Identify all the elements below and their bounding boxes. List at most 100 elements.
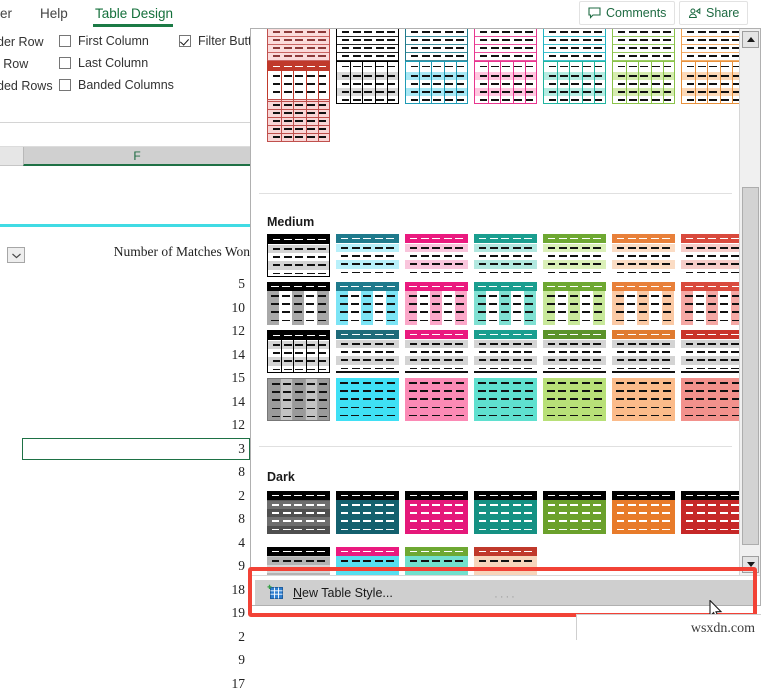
- style-thumb-light-b-2[interactable]: [405, 61, 468, 104]
- style-thumb-dark-0-2[interactable]: [405, 491, 468, 534]
- style-thumb-medium-0-0[interactable]: [267, 234, 330, 277]
- style-thumb-medium-1-0[interactable]: [267, 282, 330, 325]
- style-thumb-medium-0-5[interactable]: [612, 234, 675, 277]
- style-thumb-medium-3-1[interactable]: [336, 378, 399, 421]
- cell-value[interactable]: 10: [60, 300, 246, 316]
- thumb-dash: [306, 295, 315, 297]
- thumb-dash: [306, 344, 315, 346]
- style-thumb-medium-1-4[interactable]: [543, 282, 606, 325]
- checkbox-box-last-column[interactable]: [59, 57, 71, 69]
- thumb-dash: [432, 237, 441, 240]
- style-thumb-medium-2-3[interactable]: [474, 330, 537, 373]
- thumb-dash: [639, 390, 648, 392]
- cell-value[interactable]: 17: [60, 676, 246, 692]
- style-thumb-medium-3-2[interactable]: [405, 378, 468, 421]
- thumb-dash: [685, 333, 694, 336]
- style-thumb-medium-2-4[interactable]: [543, 330, 606, 373]
- cell-value[interactable]: 9: [60, 652, 245, 668]
- cell-value[interactable]: 12: [60, 417, 246, 433]
- style-thumb-dark-0-5[interactable]: [612, 491, 675, 534]
- style-thumb-light-b-6[interactable]: [681, 61, 740, 104]
- table-header-cell[interactable]: Number of Matches Won: [60, 244, 250, 260]
- comments-button[interactable]: Comments: [579, 1, 676, 25]
- share-button[interactable]: Share: [679, 1, 749, 25]
- style-thumb-dark-1-0[interactable]: [267, 547, 330, 575]
- gallery-scrollbar[interactable]: [739, 29, 760, 575]
- style-thumb-medium-2-1[interactable]: [336, 330, 399, 373]
- cell-value[interactable]: 18: [60, 582, 246, 598]
- style-thumb-medium-3-5[interactable]: [612, 378, 675, 421]
- thumb-dash: [318, 272, 326, 275]
- cell-value[interactable]: 4: [60, 535, 245, 551]
- thumb-dash: [455, 263, 463, 265]
- style-thumb-light-b-3[interactable]: [474, 61, 537, 104]
- style-thumb-medium-1-5[interactable]: [612, 282, 675, 325]
- style-thumb-dark-0-4[interactable]: [543, 491, 606, 534]
- cell-value[interactable]: 8: [60, 511, 245, 527]
- thumb-dash: [651, 31, 660, 33]
- style-thumb-light-b-4[interactable]: [543, 61, 606, 104]
- style-thumb-medium-2-2[interactable]: [405, 330, 468, 373]
- style-thumb-dark-1-2[interactable]: [405, 547, 468, 575]
- style-thumb-medium-2-5[interactable]: [612, 330, 675, 373]
- checkbox-box-filter-button[interactable]: [179, 35, 191, 47]
- option-banded-rows-label[interactable]: ded Rows: [0, 79, 53, 93]
- style-thumb-light-b-0[interactable]: [267, 61, 330, 104]
- style-thumb-medium-0-2[interactable]: [405, 234, 468, 277]
- style-thumb-medium-1-3[interactable]: [474, 282, 537, 325]
- cell-value[interactable]: 14: [60, 394, 246, 410]
- style-thumb-medium-2-0[interactable]: [267, 330, 330, 373]
- style-thumb-medium-0-6[interactable]: [681, 234, 740, 277]
- scroll-down-arrow-icon[interactable]: [742, 556, 759, 573]
- cell-value[interactable]: 2: [60, 629, 245, 645]
- style-thumb-medium-1-1[interactable]: [336, 282, 399, 325]
- filter-dropdown-button[interactable]: [7, 247, 25, 263]
- checkbox-box-first-column[interactable]: [59, 35, 71, 47]
- checkbox-last-column[interactable]: Last Column: [59, 56, 148, 70]
- style-thumb-medium-0-3[interactable]: [474, 234, 537, 277]
- cell-value[interactable]: 14: [60, 347, 246, 363]
- scroll-up-arrow-icon[interactable]: [742, 31, 759, 48]
- style-thumb-medium-2-6[interactable]: [681, 330, 740, 373]
- style-thumb-medium-0-1[interactable]: [336, 234, 399, 277]
- tab-help[interactable]: Help: [34, 3, 74, 25]
- tab-table-design[interactable]: Table Design: [89, 3, 179, 25]
- style-thumb-medium-3-0[interactable]: [267, 378, 330, 421]
- style-thumb-medium-3-3[interactable]: [474, 378, 537, 421]
- cell-value[interactable]: 19: [60, 605, 246, 621]
- style-thumb-medium-1-2[interactable]: [405, 282, 468, 325]
- style-thumb-dark-1-1[interactable]: [336, 547, 399, 575]
- style-thumb-dark-0-6[interactable]: [681, 491, 740, 534]
- cell-value[interactable]: 15: [60, 370, 246, 386]
- style-thumb-light-b-1[interactable]: [336, 61, 399, 104]
- resize-grip[interactable]: ····: [251, 591, 760, 603]
- cell-value[interactable]: 5: [60, 276, 245, 292]
- checkbox-banded-columns[interactable]: Banded Columns: [59, 78, 174, 92]
- style-thumb-dark-1-3[interactable]: [474, 547, 537, 575]
- cell-value[interactable]: 3: [60, 441, 245, 457]
- thumb-dash: [409, 560, 418, 562]
- cell-value[interactable]: 8: [60, 464, 245, 480]
- thumb-dash: [627, 398, 636, 400]
- thumb-dash: [639, 528, 648, 531]
- style-thumb-medium-3-6[interactable]: [681, 378, 740, 421]
- style-thumb-dark-0-0[interactable]: [267, 491, 330, 534]
- cell-value[interactable]: 12: [60, 323, 246, 339]
- cell-value[interactable]: 2: [60, 488, 245, 504]
- style-thumb-light-c-0[interactable]: [267, 99, 330, 142]
- checkbox-first-column[interactable]: First Column: [59, 34, 149, 48]
- scrollbar-thumb[interactable]: [742, 187, 759, 545]
- style-thumb-medium-1-6[interactable]: [681, 282, 740, 325]
- option-header-row-label[interactable]: der Row: [0, 35, 44, 49]
- style-thumb-dark-0-3[interactable]: [474, 491, 537, 534]
- cell-value[interactable]: 9: [60, 558, 245, 574]
- style-thumb-dark-0-1[interactable]: [336, 491, 399, 534]
- style-thumb-light-b-5[interactable]: [612, 61, 675, 104]
- option-total-row-label[interactable]: l Row: [0, 57, 28, 71]
- checkbox-filter-button[interactable]: Filter Butto: [179, 34, 258, 48]
- style-thumb-medium-0-4[interactable]: [543, 234, 606, 277]
- checkbox-box-banded-columns[interactable]: [59, 79, 71, 91]
- column-header-f[interactable]: F: [23, 147, 250, 166]
- tab-partial-left[interactable]: er: [0, 3, 18, 25]
- style-thumb-medium-3-4[interactable]: [543, 378, 606, 421]
